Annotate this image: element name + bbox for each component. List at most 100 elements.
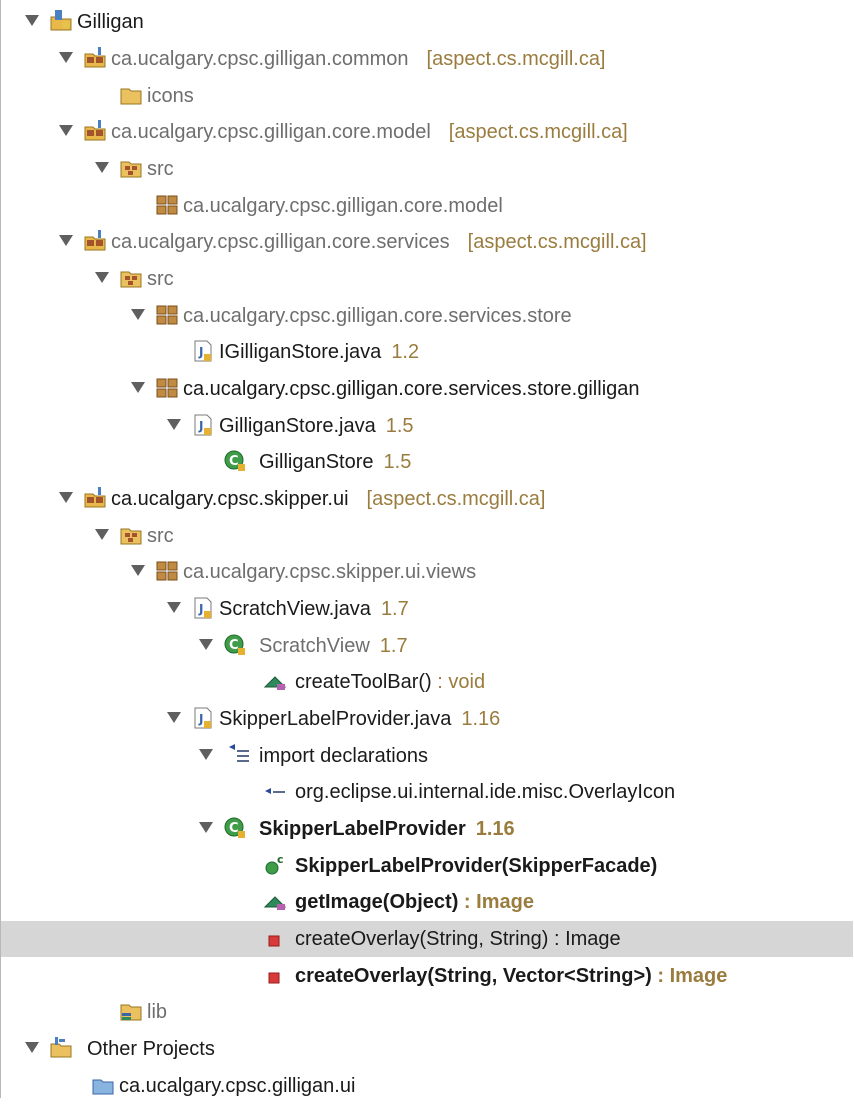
tree-row[interactable]: src xyxy=(1,518,853,554)
expand-triangle-icon[interactable] xyxy=(59,235,73,246)
source-folder-icon xyxy=(119,523,143,547)
shared-project-icon xyxy=(83,46,107,70)
node-label: getImage(Object) xyxy=(295,891,459,913)
node-label: ca.ucalgary.cpsc.gilligan.ui xyxy=(119,1075,356,1097)
node-label: createToolBar() xyxy=(295,671,432,693)
node-label: ca.ucalgary.cpsc.skipper.ui.views xyxy=(183,561,477,583)
java-file-icon: J xyxy=(191,339,215,363)
node-label: ScratchView xyxy=(259,635,370,657)
tree-row[interactable]: getImage(Object) : Image xyxy=(1,884,853,920)
node-label: SkipperLabelProvider(SkipperFacade) xyxy=(295,855,658,877)
import-icon xyxy=(263,779,287,803)
package-icon xyxy=(155,376,179,400)
expand-triangle-icon[interactable] xyxy=(167,602,181,613)
expand-triangle-icon[interactable] xyxy=(199,822,213,833)
node-label: ScratchView.java xyxy=(219,598,371,620)
package-icon xyxy=(155,303,179,327)
tree-row[interactable]: c SkipperLabelProvider(SkipperFacade) xyxy=(1,848,853,884)
tree-row[interactable]: ca.ucalgary.cpsc.gilligan.core.model xyxy=(1,188,853,224)
expand-triangle-icon[interactable] xyxy=(59,492,73,503)
tree-row[interactable]: ca.ucalgary.cpsc.gilligan.core.model [asp… xyxy=(1,114,853,150)
expand-triangle-icon[interactable] xyxy=(167,712,181,723)
expand-triangle-icon[interactable] xyxy=(95,162,109,173)
expand-triangle-icon[interactable] xyxy=(25,1042,39,1053)
java-file-icon: J xyxy=(191,413,215,437)
private-method-icon xyxy=(263,926,287,950)
node-decoration: 1.7 xyxy=(379,635,408,657)
node-decoration: 1.5 xyxy=(383,451,412,473)
java-file-icon: J xyxy=(191,706,215,730)
node-decoration: 1.5 xyxy=(385,415,414,437)
package-icon xyxy=(155,193,179,217)
tree-row[interactable]: createOverlay(String, Vector<String>) : … xyxy=(1,958,853,994)
package-icon xyxy=(155,559,179,583)
java-file-icon: J xyxy=(191,596,215,620)
tree-row[interactable]: C ScratchView 1.7 xyxy=(1,628,853,664)
shared-project-icon xyxy=(83,119,107,143)
protected-method-icon xyxy=(263,669,287,693)
expand-triangle-icon[interactable] xyxy=(95,529,109,540)
tree-row[interactable]: ca.ucalgary.cpsc.gilligan.core.services.… xyxy=(1,298,853,334)
node-label: src xyxy=(147,268,174,290)
expand-triangle-icon[interactable] xyxy=(131,565,145,576)
tree-row[interactable]: ca.ucalgary.cpsc.gilligan.common [aspect.… xyxy=(1,41,853,77)
tree-row[interactable]: createToolBar() : void xyxy=(1,664,853,700)
node-label: GilliganStore.java xyxy=(219,415,376,437)
node-label: ca.ucalgary.cpsc.gilligan.core.model xyxy=(111,121,431,143)
class-icon: C xyxy=(223,449,247,473)
tree-row[interactable]: import declarations xyxy=(1,738,853,774)
working-set-icon xyxy=(49,1036,73,1060)
tree-row[interactable]: C SkipperLabelProvider 1.16 xyxy=(1,811,853,847)
private-method-icon xyxy=(263,963,287,987)
tree-row[interactable]: Gilligan xyxy=(1,4,853,40)
constructor-icon: c xyxy=(263,853,287,877)
svg-text:J: J xyxy=(198,345,203,359)
tree-row[interactable]: C GilliganStore 1.5 xyxy=(1,444,853,480)
expand-triangle-icon[interactable] xyxy=(25,15,39,26)
node-decoration: [aspect.cs.mcgill.ca] xyxy=(448,121,628,143)
tree-row[interactable]: J ScratchView.java 1.7 xyxy=(1,591,853,627)
expand-triangle-icon[interactable] xyxy=(167,419,181,430)
tree-row-selected[interactable]: createOverlay(String, String) : Image xyxy=(1,921,853,957)
tree-row[interactable]: J GilliganStore.java 1.5 xyxy=(1,408,853,444)
node-label: src xyxy=(147,525,174,547)
svg-text:J: J xyxy=(198,419,203,433)
node-label: SkipperLabelProvider xyxy=(259,818,466,840)
expand-triangle-icon[interactable] xyxy=(95,272,109,283)
tree-row[interactable]: org.eclipse.ui.internal.ide.misc.Overlay… xyxy=(1,774,853,810)
tree-row[interactable]: ca.ucalgary.cpsc.skipper.ui.views xyxy=(1,554,853,590)
expand-triangle-icon[interactable] xyxy=(59,125,73,136)
node-label: ca.ucalgary.cpsc.gilligan.common xyxy=(111,48,409,70)
tree-row[interactable]: J IGilliganStore.java 1.2 xyxy=(1,334,853,370)
node-decoration: [aspect.cs.mcgill.ca] xyxy=(366,488,546,510)
node-return-type: : Image xyxy=(548,928,621,950)
node-label: IGilliganStore.java xyxy=(219,341,382,363)
tree-row[interactable]: ca.ucalgary.cpsc.gilligan.ui xyxy=(1,1068,853,1104)
tree-row[interactable]: ca.ucalgary.cpsc.gilligan.core.services [… xyxy=(1,224,853,260)
tree-row[interactable]: ca.ucalgary.cpsc.skipper.ui [aspect.cs.mc… xyxy=(1,481,853,517)
tree-row[interactable]: ca.ucalgary.cpsc.gilligan.core.services.… xyxy=(1,371,853,407)
node-decoration: [aspect.cs.mcgill.ca] xyxy=(467,231,647,253)
expand-triangle-icon[interactable] xyxy=(131,309,145,320)
expand-triangle-icon[interactable] xyxy=(59,52,73,63)
svg-text:J: J xyxy=(198,602,203,616)
expand-triangle-icon[interactable] xyxy=(199,639,213,650)
node-label: ca.ucalgary.cpsc.gilligan.core.services.… xyxy=(183,378,640,400)
tree-row[interactable]: Other Projects xyxy=(1,1031,853,1067)
node-label: import declarations xyxy=(259,745,428,767)
node-label: Gilligan xyxy=(77,11,144,33)
tree-row[interactable]: lib xyxy=(1,994,853,1030)
source-folder-icon xyxy=(119,266,143,290)
java-project-icon xyxy=(49,9,73,33)
node-label: ca.ucalgary.cpsc.gilligan.core.services.… xyxy=(183,305,572,327)
expand-triangle-icon[interactable] xyxy=(199,749,213,760)
tree-row[interactable]: src xyxy=(1,151,853,187)
svg-text:C: C xyxy=(229,821,239,836)
tree-row[interactable]: icons xyxy=(1,78,853,114)
node-label: ca.ucalgary.cpsc.skipper.ui xyxy=(111,488,349,510)
tree-row[interactable]: src xyxy=(1,261,853,297)
node-decoration: 1.16 xyxy=(475,818,515,840)
expand-triangle-icon[interactable] xyxy=(131,382,145,393)
tree-row[interactable]: J SkipperLabelProvider.java 1.16 xyxy=(1,701,853,737)
node-label: ca.ucalgary.cpsc.gilligan.core.services xyxy=(111,231,450,253)
